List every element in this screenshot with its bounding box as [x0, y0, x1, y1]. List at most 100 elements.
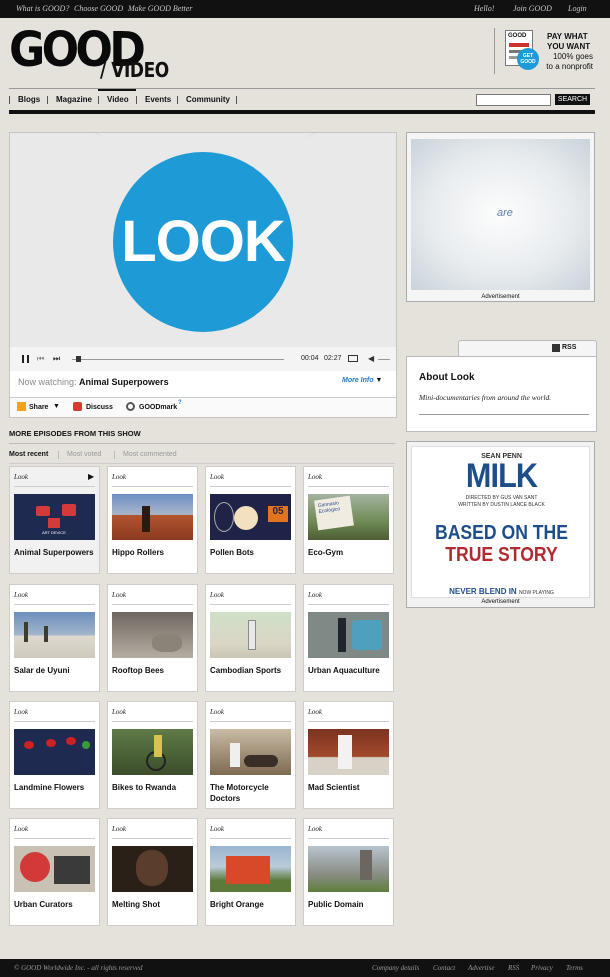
share-button[interactable]: Share — [29, 404, 48, 411]
episode-thumbnail[interactable] — [14, 729, 95, 775]
footer-company-details[interactable]: Company details — [372, 964, 419, 972]
episode-card[interactable]: Look Salar de Uyuni — [9, 584, 100, 692]
episode-thumbnail[interactable]: Gimnasio Ecológico — [308, 494, 389, 540]
episode-show-label: Look — [14, 473, 28, 481]
episode-thumbnail[interactable] — [14, 612, 95, 658]
episode-thumbnail[interactable] — [308, 729, 389, 775]
episode-thumbnail[interactable] — [210, 729, 291, 775]
link-login[interactable]: Login — [568, 4, 587, 13]
ad-credits: DIRECTED BY GUS VAN SANT WRITTEN BY DUST… — [458, 495, 545, 508]
episode-title[interactable]: Animal Superpowers — [14, 548, 99, 559]
nav-magazine[interactable]: Magazine — [56, 95, 92, 104]
look-show-logo: LOOK — [113, 152, 293, 332]
episode-card[interactable]: Look Bright Orange — [205, 818, 296, 926]
link-make-good-better[interactable]: Make GOOD Better — [128, 4, 192, 13]
episode-title[interactable]: Landmine Flowers — [14, 783, 99, 794]
episode-thumbnail[interactable] — [112, 612, 193, 658]
episode-thumbnail[interactable] — [210, 846, 291, 892]
episode-title[interactable]: Pollen Bots — [210, 548, 295, 559]
filter-most-commented[interactable]: Most commented — [123, 451, 177, 458]
episode-title[interactable]: Public Domain — [308, 900, 393, 911]
episode-title[interactable]: Hippo Rollers — [112, 548, 197, 559]
more-info-link[interactable]: More Info ▼ — [342, 377, 382, 384]
episode-title[interactable]: Mad Scientist — [308, 783, 393, 794]
video-frame[interactable]: LOOK — [10, 133, 396, 347]
episode-thumbnail[interactable] — [112, 729, 193, 775]
episode-thumbnail[interactable] — [308, 612, 389, 658]
episode-card[interactable]: Look Cambodian Sports — [205, 584, 296, 692]
episode-card[interactable]: Look Urban Curators — [9, 818, 100, 926]
episode-thumbnail[interactable]: 05 — [210, 494, 291, 540]
episode-card[interactable]: Look Landmine Flowers — [9, 701, 100, 809]
goodmark-button[interactable]: GOODmark — [139, 404, 177, 411]
episode-card[interactable]: Look Public Domain — [303, 818, 394, 926]
episode-thumbnail[interactable] — [14, 846, 95, 892]
play-icon[interactable]: ▶ — [88, 472, 94, 481]
video-player: LOOK ⏮ ⏭ 00:04 02:27 ◀ Now watching: Ani… — [9, 132, 397, 418]
episode-card[interactable]: Look Hippo Rollers — [107, 466, 198, 574]
nav-events[interactable]: Events — [145, 95, 171, 104]
progress-knob[interactable] — [76, 356, 81, 362]
episode-show-label: Look — [210, 591, 224, 599]
volume-icon[interactable]: ◀ — [368, 354, 374, 363]
episode-card[interactable]: Look Rooftop Bees — [107, 584, 198, 692]
episode-card[interactable]: Look 05 Pollen Bots — [205, 466, 296, 574]
top-bar: What is GOOD? Choose GOOD Make GOOD Bett… — [0, 0, 610, 18]
footer-rss[interactable]: RSS — [508, 964, 519, 972]
episode-title[interactable]: The Motorcycle Doctors — [210, 783, 295, 805]
episode-title[interactable]: Urban Curators — [14, 900, 99, 911]
episode-title[interactable]: Eco-Gym — [308, 548, 393, 559]
nav-blogs[interactable]: Blogs — [18, 95, 40, 104]
episode-title[interactable]: Bikes to Rwanda — [112, 783, 197, 794]
nav-video[interactable]: Video — [107, 95, 129, 104]
episode-card[interactable]: Look Urban Aquaculture — [303, 584, 394, 692]
rss-link[interactable]: RSS — [562, 344, 576, 351]
episode-card[interactable]: Look Gimnasio Ecológico Eco-Gym — [303, 466, 394, 574]
copyright: © GOOD Worldwide Inc. - all rights reser… — [14, 964, 143, 972]
episode-title[interactable]: Melting Shot — [112, 900, 197, 911]
rss-icon[interactable] — [552, 344, 560, 352]
progress-track[interactable] — [72, 359, 284, 360]
episode-title[interactable]: Bright Orange — [210, 900, 295, 911]
next-icon[interactable]: ⏭ — [53, 355, 60, 363]
episode-card[interactable]: Look ▶ ART DEVICE Animal Superpowers — [9, 466, 100, 574]
episode-card[interactable]: Look Mad Scientist — [303, 701, 394, 809]
episode-card[interactable]: Look Bikes to Rwanda — [107, 701, 198, 809]
milk-advertisement[interactable]: SEAN PENN MILK DIRECTED BY GUS VAN SANT … — [406, 441, 595, 608]
episode-title[interactable]: Salar de Uyuni — [14, 666, 99, 677]
episode-thumbnail[interactable] — [112, 846, 193, 892]
filter-most-voted[interactable]: Most voted — [67, 451, 101, 458]
pay-what-you-want-promo[interactable]: GOOD GET GOOD PAY WHAT YOU WANT 100% goe… — [494, 28, 594, 74]
episode-thumbnail[interactable] — [112, 494, 193, 540]
fullscreen-icon[interactable] — [348, 355, 358, 362]
link-join-good[interactable]: Join GOOD — [513, 4, 552, 13]
episode-card[interactable]: Look Melting Shot — [107, 818, 198, 926]
link-choose-good[interactable]: Choose GOOD — [74, 4, 123, 13]
filter-most-recent[interactable]: Most recent — [9, 451, 48, 458]
volume-slider[interactable] — [378, 359, 390, 360]
share-dropdown-icon[interactable]: ▼ — [53, 403, 60, 410]
episode-card[interactable]: Look The Motorcycle Doctors — [205, 701, 296, 809]
advertisement-banner[interactable]: are Advertisement — [406, 132, 595, 302]
search-button[interactable]: SEARCH — [555, 94, 590, 105]
episode-thumbnail[interactable] — [210, 612, 291, 658]
ad-label-2: Advertisement — [481, 599, 520, 605]
footer-advertise[interactable]: Advertise — [468, 964, 494, 972]
footer-terms[interactable]: Terms — [566, 964, 583, 972]
episode-title[interactable]: Urban Aquaculture — [308, 666, 393, 677]
link-hello[interactable]: Hello! — [474, 4, 494, 13]
discuss-button[interactable]: Discuss — [86, 404, 113, 411]
footer-privacy[interactable]: Privacy — [531, 964, 553, 972]
episode-title[interactable]: Cambodian Sports — [210, 666, 295, 677]
share-icon — [17, 402, 26, 411]
previous-icon[interactable]: ⏮ — [37, 355, 45, 363]
footer-contact[interactable]: Contact — [433, 964, 455, 972]
nav-community[interactable]: Community — [186, 95, 230, 104]
episode-thumbnail[interactable] — [308, 846, 389, 892]
episode-title[interactable]: Rooftop Bees — [112, 666, 197, 677]
goodmark-help-icon[interactable]: ? — [178, 400, 182, 406]
link-what-is-good[interactable]: What is GOOD? — [16, 4, 69, 13]
pause-icon[interactable] — [22, 355, 29, 363]
search-input[interactable] — [476, 94, 551, 106]
episode-thumbnail[interactable]: ART DEVICE — [14, 494, 95, 540]
